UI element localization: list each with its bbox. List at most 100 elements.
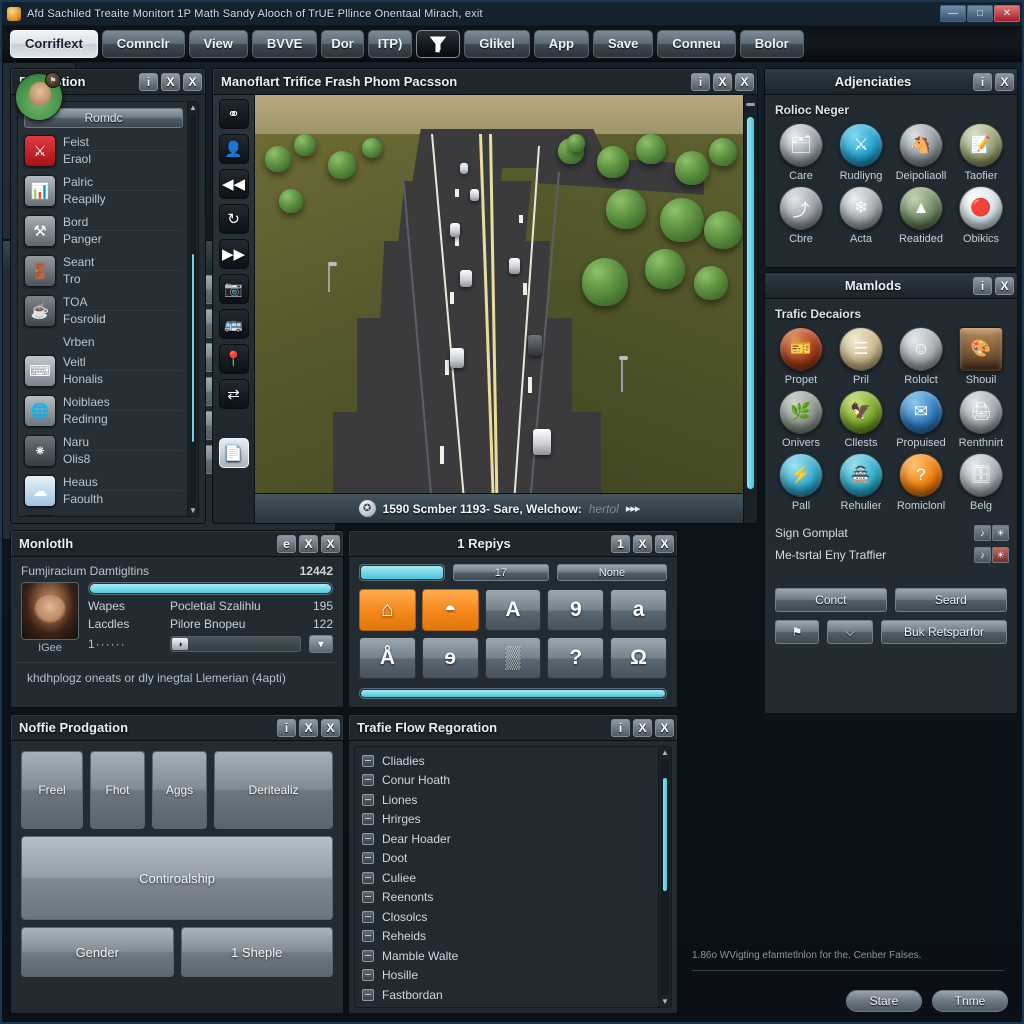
icon-button[interactable]: 🎨 Shouil — [951, 327, 1011, 386]
list-item[interactable]: 🌐 Noiblaes Redinng — [24, 393, 183, 433]
minimize-panel-button[interactable]: X — [633, 534, 652, 553]
list-item[interactable]: 📊 Palric Reapilly — [24, 173, 183, 213]
tab-comnclr[interactable]: Comnclr — [101, 29, 185, 58]
home-icon[interactable]: ⌂ — [359, 589, 416, 631]
seard-button[interactable]: Seard — [894, 588, 1008, 612]
icon-button[interactable]: 📝 Taofier — [951, 123, 1011, 182]
icon-button[interactable]: ☰ Pril — [831, 327, 891, 386]
avatar[interactable] — [21, 582, 79, 640]
scrollbar-track[interactable] — [661, 759, 669, 995]
expand-icon[interactable] — [362, 949, 374, 962]
expand-icon[interactable] — [362, 910, 374, 923]
tab-conneu[interactable]: Conneu — [657, 29, 736, 58]
tab-view[interactable]: View — [188, 29, 248, 58]
viewport-scrollbar[interactable] — [743, 95, 757, 523]
tab-save[interactable]: Save — [592, 29, 654, 58]
expand-icon[interactable] — [362, 832, 374, 845]
scrollbar-track[interactable] — [190, 114, 196, 504]
tab-funnel[interactable] — [416, 29, 461, 58]
list-item[interactable]: Fastbordan — [362, 985, 658, 1005]
icon-button[interactable]: 🔴 Obikics — [951, 186, 1011, 245]
info-button[interactable]: i — [139, 72, 158, 91]
edit-button[interactable]: e — [277, 534, 296, 553]
close-panel-button[interactable]: X — [995, 72, 1014, 91]
letter-a-icon[interactable]: A — [484, 589, 542, 631]
list-item[interactable]: Hrirges — [362, 810, 658, 830]
list-item[interactable]: Liones — [362, 790, 658, 810]
deritealiz-button[interactable]: Deritealiz — [214, 751, 333, 829]
icon-button[interactable]: 🌿 Onivers — [771, 390, 831, 449]
stare-button[interactable]: Stare — [846, 990, 922, 1012]
icon-button[interactable]: ☺ Rololct — [891, 327, 951, 386]
tab-dor[interactable]: Dor — [321, 29, 364, 58]
monolith-slider[interactable]: ◑ — [170, 636, 301, 652]
icon-button[interactable]: 🗄 Belg — [951, 453, 1011, 512]
chevron-down-icon[interactable]: ⌵ — [827, 620, 873, 644]
info-button[interactable]: i — [277, 718, 296, 737]
close-button[interactable]: ✕ — [994, 5, 1020, 22]
tab-bolor[interactable]: Bolor — [739, 29, 804, 58]
row-action-a-button[interactable]: ♪ — [974, 525, 991, 541]
forward-icon[interactable]: ▶▶ — [218, 239, 249, 269]
list-item[interactable]: Culiee — [362, 868, 658, 888]
globe-split-icon[interactable]: ⚭ — [218, 99, 249, 129]
repliys-none-button[interactable]: None — [556, 564, 667, 581]
minimize-panel-button[interactable]: X — [299, 718, 318, 737]
icon-button[interactable]: 🦅 Cllests — [831, 390, 891, 449]
tab-glikel[interactable]: Glikel — [464, 29, 530, 58]
list-item[interactable]: Dontc Monlile — [362, 1005, 658, 1008]
tnme-button[interactable]: Tnme — [932, 990, 1008, 1012]
contiroalship-button[interactable]: Contiroalship — [21, 836, 333, 920]
list-item[interactable]: Cliadies — [362, 751, 658, 771]
expand-icon[interactable] — [362, 871, 374, 884]
icon-button[interactable]: 🎫 Propet — [771, 327, 831, 386]
icon-button[interactable]: ⤴ Cbre — [771, 186, 831, 245]
count-badge[interactable]: 1 — [611, 534, 630, 553]
gender-button[interactable]: Gender — [21, 927, 174, 977]
shuffle-icon[interactable]: ⇄ — [218, 379, 249, 409]
pin-icon[interactable]: 📍 — [218, 344, 249, 374]
scroll-down-icon[interactable]: ▼ — [661, 996, 669, 1007]
row-action-b-button[interactable]: ☀ — [992, 525, 1009, 541]
list-item[interactable]: ⌨ Veitl Honalis — [24, 353, 183, 393]
expand-icon[interactable] — [362, 930, 374, 943]
expand-icon[interactable] — [362, 969, 374, 982]
flag-icon-button[interactable]: ⚑ — [775, 620, 819, 644]
omega-icon[interactable]: Ω — [610, 637, 667, 679]
qr-icon[interactable]: ▒ — [484, 637, 542, 679]
list-item[interactable]: Closolcs — [362, 907, 658, 927]
slider-knob[interactable]: ◑ — [172, 638, 188, 650]
close-panel-button[interactable]: X — [655, 718, 674, 737]
fhot-button[interactable]: Fhot — [90, 751, 145, 829]
info-button[interactable]: i — [973, 72, 992, 91]
tab-itp[interactable]: ITP) — [367, 29, 413, 58]
close-panel-button[interactable]: X — [735, 72, 754, 91]
expand-icon[interactable] — [362, 988, 374, 1001]
scrollbar-thumb[interactable] — [747, 117, 754, 489]
simulation-scene[interactable] — [255, 95, 743, 523]
chevron-down-icon[interactable]: ▼ — [309, 635, 333, 653]
left-list-scrollbar[interactable]: ▲ ▼ — [187, 102, 198, 516]
info-button[interactable]: i — [973, 276, 992, 295]
tab-app[interactable]: App — [533, 29, 589, 58]
swirl-e-icon[interactable]: ɘ — [421, 637, 479, 679]
scrollbar-thumb[interactable] — [663, 777, 667, 892]
basket-icon[interactable]: ◓ — [421, 589, 479, 631]
list-item[interactable]: Vrben — [24, 333, 183, 353]
bus-icon[interactable]: 🚌 — [218, 309, 249, 339]
traffic-flow-list[interactable]: Cliadies Conur Hoath Liones Hrirges Dear… — [355, 747, 658, 1007]
icon-button[interactable]: 🏯 Rehulier — [831, 453, 891, 512]
digit-nine-icon[interactable]: 9 — [547, 589, 605, 631]
row-action-a-button[interactable]: ♪ — [974, 547, 991, 563]
icon-button[interactable]: ? Romiclonl — [891, 453, 951, 512]
scroll-up-icon[interactable]: ▲ — [189, 102, 197, 113]
close-panel-button[interactable]: X — [995, 276, 1014, 295]
letter-a-lower-icon[interactable]: a — [610, 589, 667, 631]
expand-icon[interactable] — [362, 754, 374, 767]
list-item[interactable]: Conur Hoath — [362, 771, 658, 791]
row-action-b-button[interactable]: ☀ — [992, 547, 1009, 563]
list-item[interactable]: ☕ TOA Fosrolid — [24, 293, 183, 333]
list-item[interactable]: Dear Hoader — [362, 829, 658, 849]
expand-icon[interactable] — [362, 891, 374, 904]
icon-button[interactable]: ✉ Propuised — [891, 390, 951, 449]
